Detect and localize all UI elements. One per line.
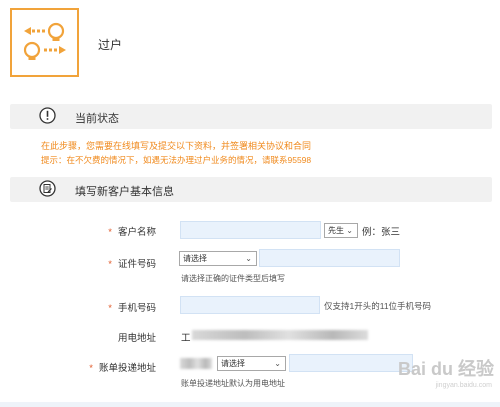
electric-address-value: [192, 330, 368, 340]
phone-label: * 手机号码: [60, 300, 156, 314]
electric-address-label: 用电地址: [117, 333, 156, 344]
page-title: 过户: [98, 38, 123, 52]
status-tip: 提示：在不欠费的情况下，如遇无法办理过户业务的情况，请联系95598: [41, 155, 312, 165]
title-select[interactable]: 先生 ⌄: [324, 223, 358, 238]
bill-address-input[interactable]: [289, 354, 413, 372]
bill-address-select-value: 请选择: [221, 359, 245, 368]
chevron-down-icon: ⌄: [245, 254, 252, 263]
chevron-down-icon: ⌄: [274, 359, 281, 368]
bottom-divider: [0, 402, 500, 407]
chevron-down-icon: ⌄: [346, 226, 353, 235]
transfer-bulbs-icon: [23, 22, 66, 60]
customer-name-label: * 客户名称: [60, 224, 156, 238]
exclamation-circle-icon: [39, 107, 56, 124]
id-number-input[interactable]: [259, 249, 400, 267]
electric-address-prefix: 工: [181, 333, 191, 344]
required-mark: *: [108, 227, 112, 238]
logo: [10, 8, 79, 77]
watermark-brand: Bai du 经验: [397, 359, 494, 379]
form-section-header: 填写新客户基本信息: [10, 177, 492, 202]
form-edit-icon: [39, 180, 56, 197]
id-number-label: * 证件号码: [60, 256, 156, 270]
id-number-label-text: 证件号码: [117, 259, 156, 270]
watermark-url: jingyan.baidu.com: [435, 382, 492, 389]
customer-name-example: 例：张三: [362, 227, 401, 238]
bill-address-province: [180, 358, 212, 369]
form-section-title: 填写新客户基本信息: [75, 186, 174, 198]
id-type-select-value: 请选择: [183, 254, 207, 263]
id-number-hint: 请选择正确的证件类型后填写: [181, 274, 285, 283]
bill-address-select[interactable]: 请选择 ⌄: [217, 356, 286, 371]
bill-address-hint: 账单投递地址默认为用电地址: [181, 379, 285, 388]
bill-address-label-text: 账单投递地址: [98, 363, 156, 374]
required-mark: *: [108, 303, 112, 314]
required-mark: *: [89, 363, 93, 374]
status-section-title: 当前状态: [75, 113, 119, 125]
customer-name-label-text: 客户名称: [117, 227, 156, 238]
status-section-header: 当前状态: [10, 104, 492, 129]
status-message: 在此步骤，您需要在线填写及提交以下资料，并签署相关协议和合同: [41, 141, 312, 151]
customer-name-input[interactable]: [180, 221, 321, 239]
required-mark: *: [108, 259, 112, 270]
id-type-select[interactable]: 请选择 ⌄: [179, 251, 257, 266]
phone-label-text: 手机号码: [117, 303, 156, 314]
bill-address-label: * 账单投递地址: [40, 360, 156, 374]
title-select-value: 先生: [328, 226, 344, 235]
phone-hint: 仅支持1开头的11位手机号码: [324, 301, 432, 311]
phone-input[interactable]: [180, 296, 320, 314]
